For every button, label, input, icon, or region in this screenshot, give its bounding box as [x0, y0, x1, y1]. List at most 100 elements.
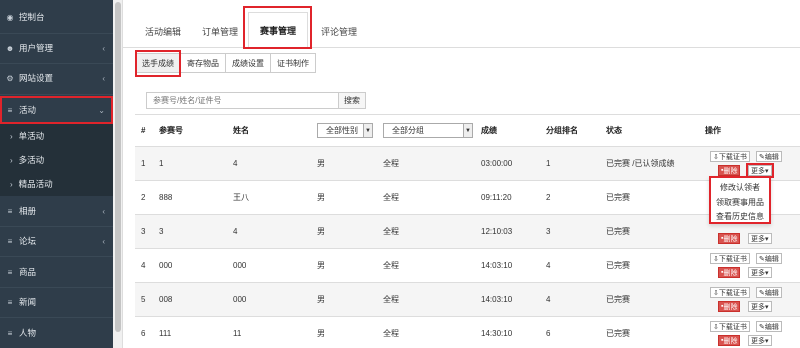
- sidebar-subitem-multi-activity[interactable]: › 多活动: [0, 148, 113, 172]
- cell-index: 5: [141, 295, 146, 304]
- scrollbar-thumb[interactable]: [115, 2, 121, 332]
- chevron-left-icon: ‹: [102, 236, 105, 246]
- cell-number: 1: [159, 159, 164, 168]
- subtab-certificate-making[interactable]: 证书制作: [270, 53, 316, 73]
- col-header-ops: 操作: [705, 126, 721, 135]
- cell-rank: 6: [546, 329, 551, 338]
- search-input[interactable]: [146, 92, 339, 109]
- subtab-storage-items[interactable]: 寄存物品: [180, 53, 226, 73]
- tab-activity-edit[interactable]: 活动编辑: [135, 18, 191, 44]
- edit-button[interactable]: ✎ 编辑: [756, 321, 782, 332]
- search-button[interactable]: 搜索: [338, 92, 366, 109]
- tab-comment-management[interactable]: 评论管理: [311, 18, 367, 44]
- cell-score: 14:03:10: [481, 261, 513, 270]
- cell-name: 000: [233, 261, 247, 270]
- sidebar-item-forum[interactable]: ≡ 论坛 ‹: [0, 227, 113, 255]
- edit-button[interactable]: ✎ 编辑: [756, 253, 782, 264]
- caret-down-icon: ▾: [765, 235, 769, 243]
- caret-down-icon: ▾: [765, 337, 769, 345]
- list-icon: ≡: [7, 328, 13, 338]
- col-header-name: 姓名: [233, 126, 249, 135]
- sidebar-item-label: 人物: [19, 328, 37, 338]
- caret-down-icon: ▾: [765, 167, 769, 175]
- cell-group: 全程: [383, 295, 399, 304]
- download-certificate-button[interactable]: ⇩ 下载证书: [710, 151, 750, 162]
- cell-status: 已完赛: [606, 193, 630, 202]
- more-button[interactable]: 更多 ▾: [748, 233, 772, 244]
- delete-button[interactable]: ▪ 删除: [718, 267, 741, 278]
- cell-group: 全程: [383, 329, 399, 338]
- sidebar-scrollbar[interactable]: [113, 0, 123, 348]
- sidebar-item-label: 论坛: [19, 236, 37, 246]
- list-icon: ≡: [7, 236, 13, 246]
- tab-order-management[interactable]: 订单管理: [193, 18, 247, 44]
- more-button[interactable]: 更多 ▾: [748, 267, 772, 278]
- sidebar-item-users[interactable]: ☻ 用户管理 ‹: [0, 34, 113, 62]
- download-certificate-button[interactable]: ⇩ 下载证书: [710, 287, 750, 298]
- cell-group: 全程: [383, 261, 399, 270]
- edit-button[interactable]: ✎ 编辑: [756, 287, 782, 298]
- edit-button[interactable]: ✎ 编辑: [756, 151, 782, 162]
- sidebar-subitem-single-activity[interactable]: › 单活动: [0, 124, 113, 148]
- cell-group: 全程: [383, 227, 399, 236]
- menu-item-change-claimer[interactable]: 修改认领者: [711, 180, 769, 194]
- list-icon: ≡: [7, 206, 13, 216]
- gender-filter-select[interactable]: 全部性别 ▼: [317, 123, 373, 138]
- sidebar-item-album[interactable]: ≡ 相册 ‹: [0, 197, 113, 225]
- gender-filter-value: 全部性别: [326, 126, 358, 135]
- sidebar-item-people[interactable]: ≡ 人物: [0, 319, 113, 347]
- menu-item-collect-supplies[interactable]: 领取赛事用品: [711, 195, 769, 209]
- sidebar-item-label: 控制台: [19, 12, 45, 22]
- col-header-index: #: [141, 126, 146, 135]
- sidebar-item-site-settings[interactable]: ⚙ 网站设置 ‹: [0, 64, 113, 92]
- delete-button[interactable]: ▪ 删除: [718, 335, 741, 346]
- more-button[interactable]: 更多 ▾: [746, 163, 774, 178]
- sidebar-item-label: 相册: [19, 206, 37, 216]
- subtab-score-settings[interactable]: 成绩设置: [225, 53, 271, 73]
- sidebar-item-label: 网站设置: [19, 73, 54, 83]
- delete-button[interactable]: ▪ 删除: [718, 233, 741, 244]
- cell-number: 888: [159, 193, 173, 202]
- caret-down-icon: ▼: [363, 124, 372, 137]
- sidebar-item-news[interactable]: ≡ 新闻: [0, 288, 113, 316]
- delete-button[interactable]: ▪ 删除: [718, 301, 741, 312]
- cell-number: 3: [159, 227, 164, 236]
- sidebar-item-label: 活动: [19, 105, 37, 115]
- chevron-down-icon: ⌄: [98, 105, 105, 115]
- sidebar-item-activity[interactable]: ≡ 活动 ⌄: [0, 96, 113, 124]
- sidebar-subitem-premium-activity[interactable]: › 精品活动: [0, 172, 113, 196]
- delete-button[interactable]: ▪ 删除: [718, 165, 741, 176]
- group-filter-value: 全部分组: [392, 126, 424, 135]
- group-filter-select[interactable]: 全部分组 ▼: [383, 123, 473, 138]
- sidebar-item-label: 商品: [19, 267, 37, 277]
- cell-index: 2: [141, 193, 146, 202]
- cell-score: 14:30:10: [481, 329, 513, 338]
- cell-index: 1: [141, 159, 146, 168]
- table-row: 2 888 王八 男 全程 09:11:20 2 已完赛: [135, 180, 800, 214]
- chevron-right-icon: ›: [10, 179, 13, 189]
- menu-item-view-history[interactable]: 查看历史信息: [711, 209, 769, 223]
- more-button[interactable]: 更多 ▾: [748, 335, 772, 346]
- chevron-left-icon: ‹: [102, 43, 105, 53]
- download-certificate-button[interactable]: ⇩ 下载证书: [710, 253, 750, 264]
- caret-down-icon: ▾: [765, 303, 769, 311]
- more-dropdown-menu: 修改认领者 领取赛事用品 查看历史信息: [709, 176, 771, 224]
- users-icon: ☻: [5, 43, 15, 53]
- cell-index: 3: [141, 227, 146, 236]
- sidebar: ◉ 控制台 ☻ 用户管理 ‹ ⚙ 网站设置 ‹ ≡ 活动 ⌄ › 单活动 › 多…: [0, 0, 113, 348]
- cell-rank: 2: [546, 193, 551, 202]
- cell-name: 000: [233, 295, 247, 304]
- main-content: 活动编辑 订单管理 赛事管理 评论管理 选手成绩 寄存物品 成绩设置 证书制作 …: [123, 0, 800, 348]
- cell-rank: 3: [546, 227, 551, 236]
- table-row: 5 008 000 男 全程 14:03:10 4 已完赛 ⇩ 下载证书 ✎ 编辑 …: [135, 282, 800, 316]
- sidebar-item-products[interactable]: ≡ 商品: [0, 258, 113, 286]
- sidebar-subitem-label: 单活动: [18, 131, 45, 141]
- sidebar-item-dashboard[interactable]: ◉ 控制台: [0, 3, 113, 31]
- table-row: 3 3 4 男 全程 12:10:03 3 已完赛 ▪ 删除 更多 ▾: [135, 214, 800, 248]
- caret-down-icon: ▼: [463, 124, 472, 137]
- download-certificate-button[interactable]: ⇩ 下载证书: [710, 321, 750, 332]
- cell-rank: 4: [546, 295, 551, 304]
- col-header-status: 状态: [606, 126, 622, 135]
- more-button[interactable]: 更多 ▾: [748, 301, 772, 312]
- cell-rank: 1: [546, 159, 551, 168]
